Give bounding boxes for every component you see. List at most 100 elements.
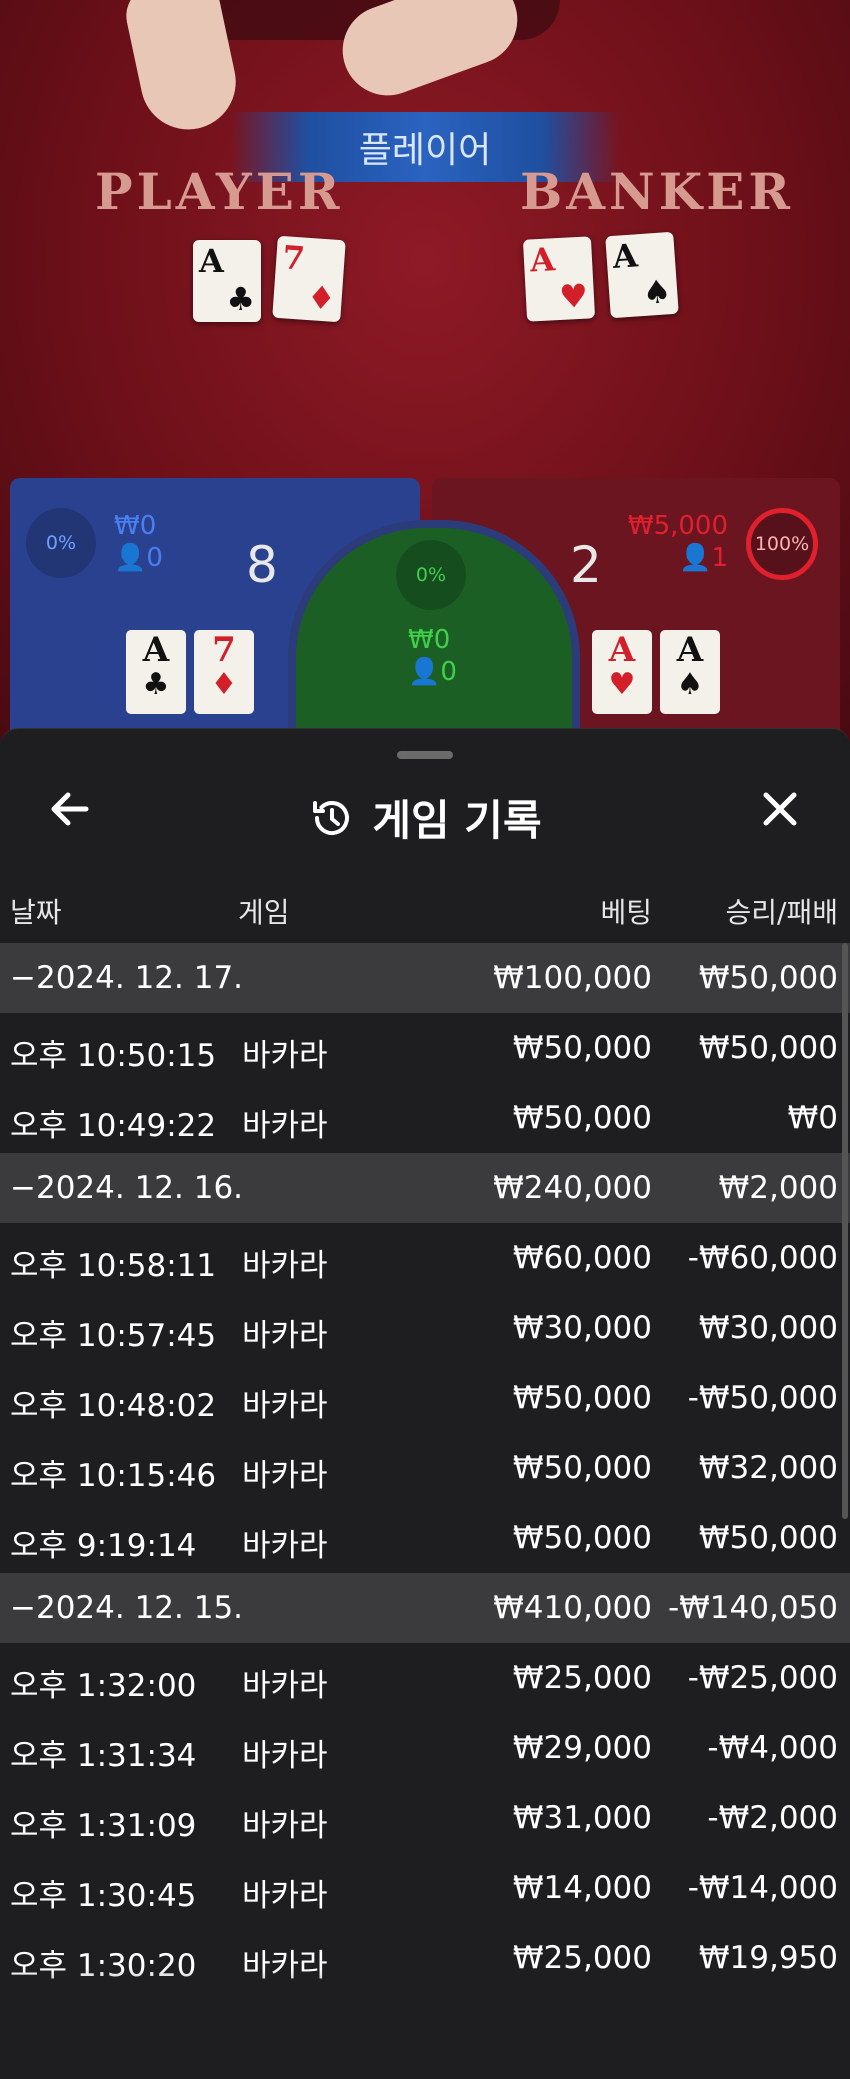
- user-icon: 👤: [114, 543, 147, 573]
- dealer-right-hand: [330, 0, 530, 109]
- time-cell: 오후 10:15:46: [10, 1458, 217, 1494]
- bet-cell: ₩29,000: [512, 1730, 652, 1766]
- game-cell: 바카라: [242, 1808, 328, 1844]
- bet-cell: ₩410,000: [493, 1590, 652, 1626]
- close-icon: [763, 792, 797, 826]
- player-percent: 0%: [26, 508, 96, 578]
- result-cell: -₩2,000: [707, 1800, 838, 1836]
- game-cell: 바카라: [242, 1318, 328, 1354]
- bet-cell: ₩25,000: [512, 1660, 652, 1696]
- table-label-banker: BANKER: [520, 162, 794, 221]
- user-icon: 👤: [679, 543, 712, 573]
- tie-amount: ₩0: [408, 625, 451, 655]
- date-label: −2024. 12. 16.: [10, 1170, 244, 1206]
- bet-cell: ₩60,000: [512, 1240, 652, 1276]
- table-row: 오후 10:58:11 바카라 ₩60,000 -₩60,000: [0, 1223, 850, 1293]
- game-cell: 바카라: [242, 1528, 328, 1564]
- result-cell: -₩60,000: [687, 1240, 838, 1276]
- time-cell: 오후 10:57:45: [10, 1318, 217, 1354]
- game-cell: 바카라: [242, 1038, 328, 1074]
- date-group-row[interactable]: −2024. 12. 17. ₩100,000 ₩50,000: [0, 943, 850, 1013]
- table-row: 오후 10:48:02 바카라 ₩50,000 -₩50,000: [0, 1363, 850, 1433]
- bet-cell: ₩50,000: [512, 1030, 652, 1066]
- time-cell: 오후 10:58:11: [10, 1248, 217, 1284]
- table-row: 오후 1:32:00 바카라 ₩25,000 -₩25,000: [0, 1643, 850, 1713]
- result-cell: ₩2,000: [718, 1170, 838, 1206]
- player-score: 8: [246, 536, 278, 594]
- table-label-player: PLAYER: [95, 162, 344, 221]
- table-row: 오후 1:31:09 바카라 ₩31,000 -₩2,000: [0, 1783, 850, 1853]
- scrollbar[interactable]: [842, 943, 848, 1519]
- bottom-fade: [0, 1969, 850, 2079]
- column-header-game[interactable]: 게임: [238, 891, 290, 931]
- result-cell: -₩140,050: [667, 1590, 838, 1626]
- history-icon: [313, 800, 350, 835]
- game-cell: 바카라: [242, 1668, 328, 1704]
- table-card-banker-1: A ♥: [522, 236, 596, 322]
- result-cell: -₩25,000: [687, 1660, 838, 1696]
- tie-percent: 0%: [396, 540, 466, 610]
- bet-cell: ₩14,000: [512, 1870, 652, 1906]
- table-row: 오후 1:31:34 바카라 ₩29,000 -₩4,000: [0, 1713, 850, 1783]
- result-cell: ₩50,000: [698, 1030, 838, 1066]
- player-card-2: 7 ♦: [194, 630, 254, 714]
- table-card-player-2: 7 ♦: [272, 235, 346, 323]
- drag-handle[interactable]: [397, 751, 453, 759]
- game-cell: 바카라: [242, 1388, 328, 1424]
- bet-cell: ₩31,000: [512, 1800, 652, 1836]
- bet-cell: ₩50,000: [512, 1100, 652, 1136]
- result-cell: ₩0: [787, 1100, 838, 1136]
- player-stats: ₩0 👤0: [114, 510, 163, 574]
- tie-count: 0: [440, 657, 457, 687]
- result-cell: -₩4,000: [707, 1730, 838, 1766]
- time-cell: 오후 9:19:14: [10, 1528, 197, 1564]
- result-cell: ₩50,000: [698, 1520, 838, 1556]
- banker-card-1: A ♥: [592, 630, 652, 714]
- close-button[interactable]: [752, 781, 808, 837]
- date-label: −2024. 12. 17.: [10, 960, 244, 996]
- date-group-row[interactable]: −2024. 12. 16. ₩240,000 ₩2,000: [0, 1153, 850, 1223]
- bet-cell: ₩100,000: [493, 960, 652, 996]
- time-cell: 오후 1:31:34: [10, 1738, 197, 1774]
- player-count-row: 👤0: [114, 542, 163, 574]
- tie-count-row: 👤0: [408, 656, 457, 688]
- table-row: 오후 9:19:14 바카라 ₩50,000 ₩50,000: [0, 1503, 850, 1573]
- date-label: −2024. 12. 15.: [10, 1590, 244, 1626]
- table-card-banker-2: A ♠: [605, 231, 679, 319]
- banker-score: 2: [570, 536, 602, 594]
- result-cell: -₩14,000: [687, 1870, 838, 1906]
- time-cell: 오후 10:50:15: [10, 1038, 217, 1074]
- bet-cell: ₩30,000: [512, 1310, 652, 1346]
- sheet-title-text: 게임 기록: [372, 796, 542, 845]
- bet-cell: ₩240,000: [493, 1170, 652, 1206]
- bet-cell: ₩50,000: [512, 1450, 652, 1486]
- time-cell: 오후 10:48:02: [10, 1388, 217, 1424]
- player-count: 0: [146, 543, 163, 573]
- history-list[interactable]: −2024. 12. 17. ₩100,000 ₩50,000 오후 10:50:15…: [0, 943, 850, 1993]
- time-cell: 오후 1:31:09: [10, 1808, 197, 1844]
- bet-cell: ₩50,000: [512, 1380, 652, 1416]
- table-row: 오후 10:57:45 바카라 ₩30,000 ₩30,000: [0, 1293, 850, 1363]
- time-cell: 오후 1:32:00: [10, 1668, 197, 1704]
- table-row: 오후 1:30:45 바카라 ₩14,000 -₩14,000: [0, 1853, 850, 1923]
- time-cell: 오후 10:49:22: [10, 1108, 217, 1144]
- game-cell: 바카라: [242, 1248, 328, 1284]
- time-cell: 오후 1:30:45: [10, 1878, 197, 1914]
- result-cell: ₩30,000: [698, 1310, 838, 1346]
- game-cell: 바카라: [242, 1108, 328, 1144]
- game-history-sheet: 게임 기록 날짜 게임 베팅 승리/패배 −2024. 12. 17. ₩100,…: [0, 728, 850, 2079]
- column-header-date[interactable]: 날짜: [10, 891, 62, 931]
- game-cell: 바카라: [242, 1878, 328, 1914]
- result-cell: ₩32,000: [698, 1450, 838, 1486]
- game-cell: 바카라: [242, 1458, 328, 1494]
- banker-percent: 100%: [746, 508, 818, 580]
- banker-count: 1: [711, 543, 728, 573]
- player-amount: ₩0: [114, 511, 157, 541]
- banker-stats: ₩5,000 👤1: [628, 510, 728, 574]
- table-row: 오후 10:50:15 바카라 ₩50,000 ₩50,000: [0, 1013, 850, 1083]
- column-header-bet[interactable]: 베팅: [600, 891, 652, 931]
- result-cell: ₩50,000: [698, 960, 838, 996]
- tie-stats: ₩0 👤0: [408, 624, 457, 688]
- column-header-result[interactable]: 승리/패배: [726, 891, 838, 931]
- date-group-row[interactable]: −2024. 12. 15. ₩410,000 -₩140,050: [0, 1573, 850, 1643]
